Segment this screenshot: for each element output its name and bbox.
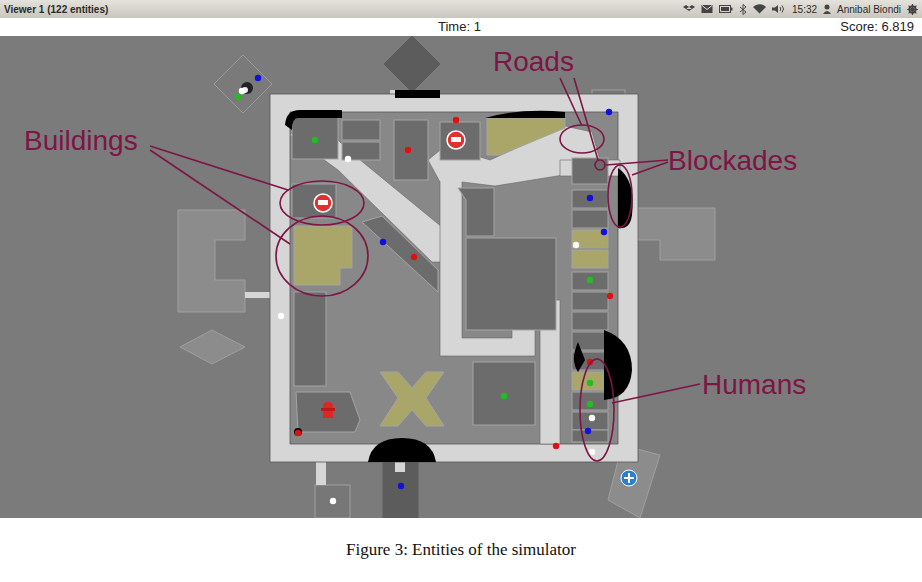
human-dot[interactable] [255,75,261,81]
refuge-icon[interactable] [621,470,637,486]
ambulance-centre-icon[interactable] [447,131,465,149]
battery-icon[interactable] [719,4,733,14]
tray: 15:32 Annibal Biondi [683,2,918,17]
annotation-label: Humans [702,369,806,401]
figure-caption: Figure 3: Entities of the simulator [346,537,576,563]
map-canvas[interactable]: Roads Buildings Blockades Humans [0,36,922,518]
human-dot[interactable] [239,88,245,94]
annotation-label: Roads [493,46,574,78]
human-dot[interactable] [295,430,301,436]
human-dot[interactable] [345,156,351,162]
road-stubs [245,90,638,485]
human-dot[interactable] [553,443,559,449]
human-dot[interactable] [589,415,595,421]
human-dot[interactable] [589,449,595,455]
human-dot[interactable] [601,229,607,235]
buildings [292,117,608,442]
user-name[interactable]: Annibal Biondi [837,2,901,17]
human-dot[interactable] [398,483,404,489]
human-dot[interactable] [501,393,507,399]
wifi-icon[interactable] [753,4,766,14]
fire-station-icon[interactable] [321,402,335,418]
human-dot[interactable] [235,94,241,100]
top-panel: Viewer 1 (122 entities) 15:32 Annibal Bi… [0,0,922,18]
user-icon [823,4,831,14]
human-dot[interactable] [587,277,593,283]
police-office-icon[interactable] [314,194,332,212]
human-dot[interactable] [278,313,284,319]
outer-buildings [178,36,715,518]
sim-time: Time: 1 [438,19,481,35]
human-dot[interactable] [411,254,417,260]
human-dot[interactable] [380,239,386,245]
window-title: Viewer 1 (122 entities) [4,2,108,17]
human-dot[interactable] [330,498,336,504]
volume-icon[interactable] [772,4,786,14]
page: Viewer 1 (122 entities) 15:32 Annibal Bi… [0,0,922,582]
humans [235,75,613,504]
human-dot[interactable] [405,147,411,153]
caption-area: Figure 3: Entities of the simulator [0,518,922,582]
mail-icon[interactable] [701,4,713,14]
sim-score: Score: 6.819 [840,19,914,35]
annotation-label: Blockades [668,145,797,177]
human-dot[interactable] [585,428,591,434]
annotation-marks [150,78,700,461]
gear-icon[interactable] [907,4,918,15]
human-dot[interactable] [587,380,593,386]
ring-road [270,94,638,462]
human-dot[interactable] [587,195,593,201]
human-dot[interactable] [607,293,613,299]
map[interactable] [0,36,922,518]
human-dot[interactable] [573,242,579,248]
inner-roads [290,112,620,444]
status-strip: Time: 1 Score: 6.819 [0,18,922,36]
human-dot[interactable] [587,401,593,407]
human-dot[interactable] [453,117,459,123]
bluetooth-icon[interactable] [739,4,747,15]
human-dot[interactable] [606,109,612,115]
annotation-label: Buildings [24,125,138,157]
dropbox-icon[interactable] [683,4,695,14]
blockades [285,90,633,462]
clock[interactable]: 15:32 [792,2,817,17]
human-dot[interactable] [312,137,318,143]
